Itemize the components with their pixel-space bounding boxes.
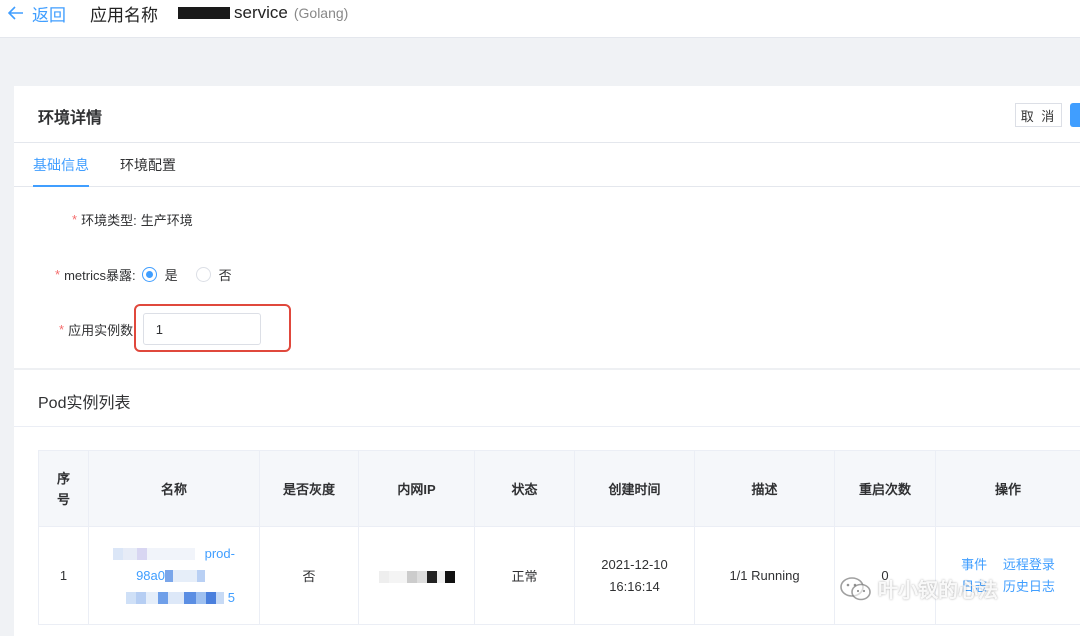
metrics-row: * metrics暴露: 是 否	[55, 265, 246, 284]
redacted-text	[147, 548, 195, 561]
redacted-text	[206, 592, 217, 605]
radio-no-label: 否	[218, 268, 232, 283]
required-mark: *	[72, 212, 78, 227]
redacted-text	[444, 570, 455, 583]
top-header: 返回 应用名称 service (Golang)	[0, 0, 1080, 38]
col-desc: 描述	[694, 450, 835, 527]
tab-env-config[interactable]: 环境配置	[120, 155, 176, 175]
cell-index: 1	[38, 526, 89, 625]
col-restarts: 重启次数	[834, 450, 936, 527]
history-logs-link[interactable]: 历史日志	[1003, 579, 1055, 594]
pod-list-title: Pod实例列表	[38, 395, 131, 412]
highlight-box	[134, 304, 291, 352]
redacted-text	[426, 570, 437, 583]
divider	[14, 426, 1080, 427]
tab-basic-info[interactable]: 基础信息	[33, 155, 89, 175]
divider	[14, 368, 1080, 370]
redacted-text	[216, 592, 225, 605]
col-name: 名称	[88, 450, 260, 527]
required-mark: *	[55, 267, 61, 282]
environment-card: 环境详情 取 消 基础信息 环境配置 * 环境类型: 生产环境 * metric…	[14, 86, 1080, 636]
wechat-icon	[840, 576, 871, 600]
redacted-text	[126, 592, 137, 605]
col-actions: 操作	[935, 450, 1080, 527]
redacted-text	[113, 548, 123, 561]
redacted-text	[136, 592, 147, 605]
col-status: 状态	[474, 450, 575, 527]
col-ip: 内网IP	[358, 450, 475, 527]
env-type-value: 生产环境	[140, 213, 193, 228]
back-label: 返回	[32, 5, 66, 25]
tab-bar: 基础信息 环境配置	[14, 143, 1080, 187]
col-index: 序号	[38, 450, 89, 527]
pod-name-link[interactable]: prod- 98a0 5	[113, 543, 235, 609]
redacted-text	[388, 570, 407, 583]
language-tag: (Golang)	[293, 5, 349, 21]
card-title: 环境详情	[38, 110, 103, 127]
col-created: 创建时间	[574, 450, 695, 527]
arrow-left-icon	[8, 6, 23, 20]
redacted-text	[406, 570, 417, 583]
redacted-text	[146, 592, 159, 605]
cell-gray: 否	[259, 526, 359, 625]
cell-created: 2021-12-10 16:16:14	[574, 526, 695, 625]
cancel-button[interactable]: 取 消	[1015, 103, 1062, 127]
redacted-text	[184, 592, 197, 605]
active-tab-indicator	[33, 185, 89, 187]
cell-desc: 1/1 Running	[694, 526, 835, 625]
metrics-radio-no[interactable]: 否	[195, 265, 232, 284]
table-header-row: 序号 名称 是否灰度 内网IP 状态 创建时间 描述 重启次数 操作	[38, 450, 1080, 527]
redacted-text	[196, 570, 205, 583]
app-name-label: 应用名称	[90, 5, 158, 25]
watermark-text: 叶小钗的心法	[878, 580, 998, 602]
app-title: 应用名称 service (Golang)	[90, 2, 349, 25]
radio-yes-label: 是	[164, 268, 178, 283]
redacted-text	[123, 548, 137, 561]
radio-selected-icon	[141, 267, 157, 282]
redacted-text	[158, 592, 169, 605]
metrics-radio-yes[interactable]: 是	[141, 265, 178, 284]
redacted-text	[137, 548, 147, 561]
remote-login-link[interactable]: 远程登录	[1003, 557, 1055, 572]
cell-status: 正常	[474, 526, 575, 625]
env-type-label: 环境类型:	[81, 213, 137, 228]
confirm-button[interactable]	[1070, 103, 1080, 127]
redacted-text	[378, 570, 389, 583]
events-link[interactable]: 事件	[961, 557, 987, 572]
instances-label: 应用实例数:	[68, 322, 137, 338]
cell-name: prod- 98a0 5	[88, 526, 260, 625]
redacted-text	[416, 570, 427, 583]
service-name: service	[234, 3, 288, 22]
metrics-label: metrics暴露:	[64, 268, 136, 283]
redacted-text	[168, 592, 185, 605]
col-gray: 是否灰度	[259, 450, 359, 527]
redacted-text	[436, 570, 445, 583]
cell-ip	[358, 526, 475, 625]
redacted-text	[164, 570, 173, 583]
back-button[interactable]: 返回	[8, 2, 66, 25]
redacted-name	[178, 7, 230, 19]
redacted-text	[172, 570, 197, 583]
watermark: 叶小钗的心法	[840, 574, 998, 603]
redacted-text	[196, 592, 207, 605]
radio-unselected-icon	[195, 267, 211, 282]
required-mark: *	[59, 321, 65, 337]
env-type-row: * 环境类型: 生产环境	[72, 210, 193, 229]
